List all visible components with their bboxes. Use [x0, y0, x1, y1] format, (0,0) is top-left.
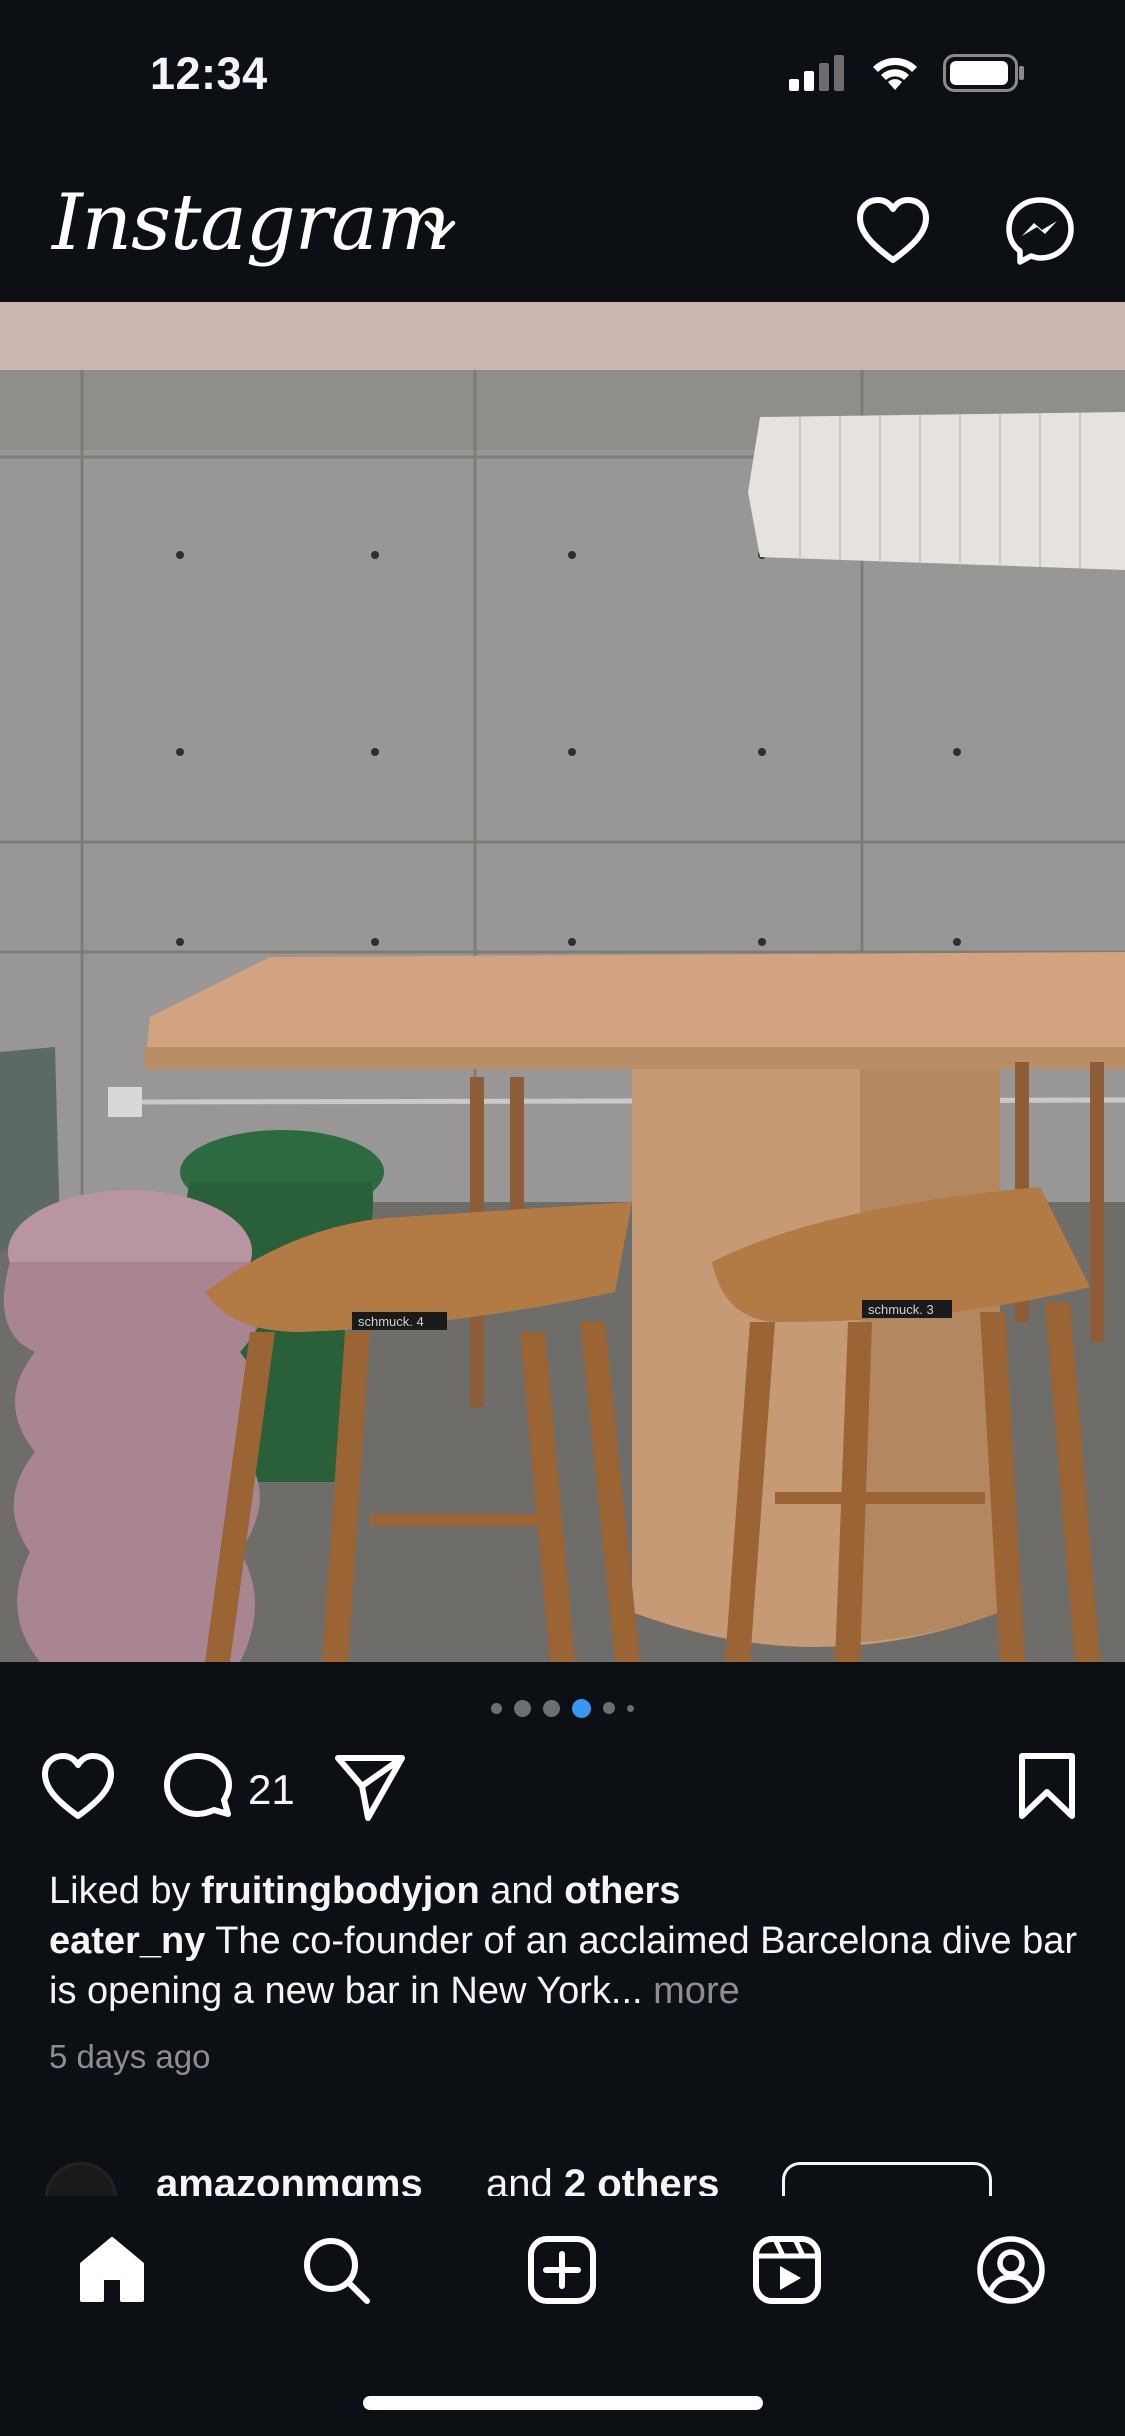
next-post-header: amazonmgms and 2 others — [0, 2150, 1125, 2196]
status-time: 12:34 — [150, 48, 268, 99]
carousel-dot — [543, 1699, 560, 1717]
post-caption: Liked by fruitingbodyjon and others eate… — [49, 1866, 1079, 2016]
liked-by-prefix: Liked by — [49, 1870, 191, 1912]
app-header: Instagram — [0, 150, 1125, 302]
stool-label-2: schmuck. 3 — [868, 1302, 934, 1317]
post-photo: schmuck. 4 schmuck. 3 — [0, 302, 1125, 1662]
next-post-username[interactable]: amazonmgms — [156, 2162, 423, 2196]
liked-by-line: Liked by fruitingbodyjon and others — [49, 1866, 1079, 1916]
liked-by-others[interactable]: others — [564, 1870, 680, 1912]
wifi-icon — [873, 57, 917, 90]
carousel-dot — [491, 1702, 502, 1714]
post-timestamp: 5 days ago — [49, 2038, 211, 2075]
carousel-dot — [627, 1704, 634, 1712]
profile-icon[interactable] — [975, 2234, 1047, 2306]
post-action-bar: 21 — [0, 1752, 1125, 1832]
comment-icon[interactable] — [163, 1752, 233, 1822]
bookmark-icon[interactable] — [1017, 1752, 1077, 1822]
home-icon[interactable] — [76, 2234, 148, 2306]
next-post-collaborators[interactable]: and 2 others — [486, 2162, 719, 2196]
liked-by-user[interactable]: fruitingbodyjon — [201, 1870, 480, 1912]
chevron-down-icon[interactable] — [422, 218, 458, 242]
caption-text-block: eater_ny The co-founder of an acclaimed … — [49, 1916, 1079, 2016]
share-send-icon[interactable] — [334, 1752, 406, 1822]
next-post-and: and — [486, 2162, 553, 2196]
instagram-logo[interactable]: Instagram — [52, 178, 451, 268]
create-post-icon[interactable] — [526, 2234, 598, 2306]
carousel-dot — [514, 1699, 531, 1717]
status-bar: 12:34 — [0, 0, 1125, 150]
post-image[interactable]: schmuck. 4 schmuck. 3 — [0, 302, 1125, 1662]
caption-author[interactable]: eater_ny — [49, 1920, 205, 1962]
next-post-others[interactable]: 2 others — [564, 2162, 720, 2196]
reels-icon[interactable] — [751, 2234, 823, 2306]
comment-count: 21 — [248, 1766, 295, 1813]
follow-button[interactable] — [782, 2162, 992, 2196]
cellular-signal-icon — [789, 55, 844, 91]
stool-label-1: schmuck. 4 — [358, 1314, 424, 1329]
liked-by-and: and — [490, 1870, 554, 1912]
search-icon[interactable] — [300, 2234, 372, 2306]
carousel-dots — [0, 1696, 1125, 1720]
avatar[interactable] — [45, 2162, 117, 2196]
battery-icon — [943, 54, 1024, 92]
carousel-dot — [603, 1702, 615, 1714]
carousel-dot-active — [572, 1698, 591, 1718]
messenger-icon[interactable] — [1005, 196, 1075, 266]
like-heart-icon[interactable] — [40, 1752, 116, 1822]
heart-icon[interactable] — [855, 196, 931, 266]
status-icons — [789, 54, 1025, 92]
caption-more-link[interactable]: more — [653, 1970, 740, 2012]
home-indicator — [363, 2396, 763, 2410]
